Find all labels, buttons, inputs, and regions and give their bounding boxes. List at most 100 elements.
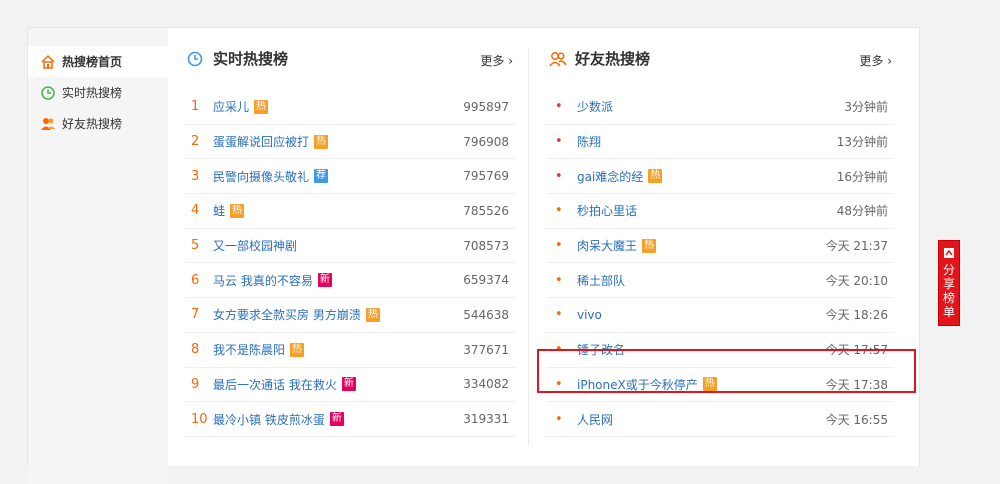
realtime-row: 3 民警向摄像头敬礼荐 795769 [185,159,515,195]
search-count: 795769 [463,169,509,184]
friends-row: • 稀土部队 今天 20:10 [547,263,894,299]
topic-link[interactable]: 锤子改名 [577,341,625,358]
topic-tag-badge: 新 [329,412,344,427]
topic-link[interactable]: 陈翔 [577,133,601,150]
search-count: 544638 [463,307,509,322]
topic-link[interactable]: 肉呆大魔王 [577,237,637,254]
rank-number: 6 [191,272,200,288]
realtime-row: 10 最冷小镇 铁皮煎冰蛋新 319331 [185,402,515,437]
topic-link[interactable]: 稀土部队 [577,272,625,289]
topic-link[interactable]: gai难念的经 [577,168,643,185]
topic-link[interactable]: iPhoneX或于今秋停产 [577,376,698,393]
timestamp: 16分钟前 [836,169,888,184]
share-button[interactable]: 分享榜单 [938,240,960,326]
bullet-dot: • [555,376,563,392]
timestamp: 今天 18:26 [825,308,888,323]
friends-row: • 少数派 3分钟前 [547,90,894,125]
search-count: 995897 [463,99,509,114]
topic-link[interactable]: 应采儿 [213,98,249,115]
timestamp: 48分钟前 [836,204,888,219]
home-icon [40,54,56,70]
topic-tag-badge: 热 [254,99,269,114]
realtime-row: 9 最后一次通话 我在救火新 334082 [185,368,515,403]
realtime-row: 4 蛙热 785526 [185,194,515,229]
timestamp: 今天 20:10 [825,273,888,288]
topic-link[interactable]: 蛙 [213,202,225,219]
realtime-rows: 1 应采儿热 995897 2 蛋蛋解说回应被打热 796908 3 民警向摄像头敬礼荐 795… [185,90,515,437]
realtime-row: 5 又一部校园神剧 708573 [185,229,515,264]
topic-link[interactable]: 我不是陈晨阳 [213,341,285,358]
friends-icon [549,51,567,67]
friends-row: • gai难念的经热 16分钟前 [547,159,894,195]
search-count: 334082 [463,377,509,392]
topic-link[interactable]: 民警向摄像头敬礼 [213,168,309,185]
friends-row: • 陈翔 13分钟前 [547,125,894,160]
realtime-title: 实时热搜榜 [213,50,289,68]
topic-link[interactable]: 最后一次通话 我在救火 [213,376,337,393]
rank-number: 5 [191,238,200,254]
search-count: 708573 [463,238,509,253]
topic-link[interactable]: 马云 我真的不容易 [213,272,313,289]
timestamp: 今天 17:57 [825,343,888,358]
column-divider [528,48,529,446]
topic-tag-badge: 热 [230,203,245,218]
topic-tag-badge: 新 [317,273,332,288]
realtime-row: 2 蛋蛋解说回应被打热 796908 [185,125,515,160]
search-count: 659374 [463,273,509,288]
sidebar-item-label: 实时热搜榜 [62,86,123,100]
bullet-dot: • [555,168,563,184]
sidebar-item-label: 好友热搜榜 [62,117,123,131]
timestamp: 13分钟前 [836,135,888,150]
share-icon [943,247,955,259]
sidebar-item-realtime[interactable]: 实时热搜榜 [28,77,168,108]
sidebar-item-home[interactable]: 热搜榜首页 [28,46,168,77]
topic-link[interactable]: 最冷小镇 铁皮煎冰蛋 [213,411,325,428]
friends-title: 好友热搜榜 [575,50,651,68]
search-count: 796908 [463,134,509,149]
realtime-list: 实时热搜榜 更多 › 1 应采儿热 995897 2 蛋蛋解说回应被打热 796908 3 民… [185,28,515,466]
friends-list: 好友热搜榜 更多 › • 少数派 3分钟前 • 陈翔 13分钟前 • gai难念的经热 16分钟… [547,28,894,466]
friends-more-link[interactable]: 更多 › [859,52,892,69]
topic-link[interactable]: 女方要求全款买房 男方崩溃 [213,306,361,323]
rank-number: 3 [191,168,200,184]
search-count: 377671 [463,342,509,357]
topic-tag-badge: 热 [314,134,329,149]
bullet-dot: • [555,134,563,150]
timestamp: 今天 16:55 [825,412,888,427]
timestamp: 3分钟前 [844,100,888,115]
realtime-more-link[interactable]: 更多 › [480,52,513,69]
topic-tag-badge: 热 [642,238,657,253]
rank-number: 2 [191,134,200,150]
friends-icon [40,116,56,132]
friends-rows: • 少数派 3分钟前 • 陈翔 13分钟前 • gai难念的经热 16分钟前 • 秒拍心里话 48分钟… [547,90,894,437]
bullet-dot: • [555,99,563,115]
rank-number: 4 [191,203,200,219]
friends-row: • 人民网 今天 16:55 [547,402,894,437]
topic-link[interactable]: 蛋蛋解说回应被打 [213,133,309,150]
topic-link[interactable]: vivo [577,308,602,322]
search-count: 785526 [463,203,509,218]
bullet-dot: • [555,342,563,358]
sidebar-item-friends[interactable]: 好友热搜榜 [28,108,168,139]
bullet-dot: • [555,238,563,254]
timestamp: 今天 17:38 [825,377,888,392]
bullet-dot: • [555,411,563,427]
topic-link[interactable]: 少数派 [577,98,613,115]
rank-number: 8 [191,342,200,358]
topic-link[interactable]: 秒拍心里话 [577,202,637,219]
share-label: 分享榜单 [943,263,956,319]
friends-header: 好友热搜榜 更多 › [547,28,894,90]
friends-row: • 秒拍心里话 48分钟前 [547,194,894,229]
topic-link[interactable]: 人民网 [577,411,613,428]
friends-row: • 锤子改名 今天 17:57 [547,333,894,368]
friends-row: • iPhoneX或于今秋停产热 今天 17:38 [547,368,894,403]
clock-icon [187,51,203,67]
realtime-row: 6 马云 我真的不容易新 659374 [185,263,515,299]
topic-link[interactable]: 又一部校园神剧 [213,237,297,254]
topic-tag-badge: 新 [341,377,356,392]
timestamp: 今天 21:37 [825,239,888,254]
search-count: 319331 [463,412,509,427]
rank-number: 7 [191,307,200,323]
friends-row: • vivo 今天 18:26 [547,298,894,333]
topic-tag-badge: 热 [702,377,717,392]
